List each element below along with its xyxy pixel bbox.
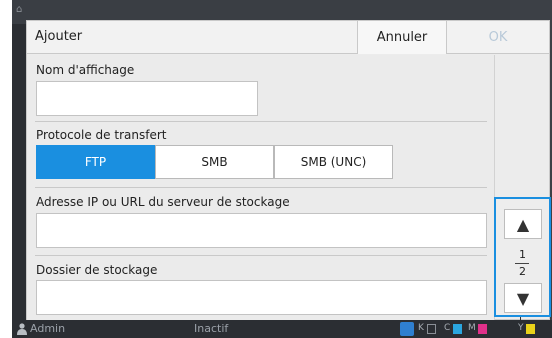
server-address-label: Adresse IP ou URL du serveur de stockage bbox=[36, 195, 290, 209]
ok-button[interactable]: OK bbox=[448, 21, 548, 54]
cancel-button[interactable]: Annuler bbox=[357, 21, 447, 54]
ink-y-label: Y bbox=[518, 323, 524, 333]
storage-folder-label: Dossier de stockage bbox=[36, 263, 158, 277]
server-address-field[interactable] bbox=[36, 213, 487, 248]
separator bbox=[35, 255, 487, 256]
machine-status: Inactif bbox=[194, 322, 229, 335]
protocol-ftp-button[interactable]: FTP bbox=[36, 145, 155, 179]
separator bbox=[35, 187, 487, 188]
protocol-smb-button[interactable]: SMB bbox=[155, 145, 274, 179]
current-page-number: 1 bbox=[519, 248, 526, 261]
status-bar: Admin Inactif K C M Y bbox=[12, 320, 552, 338]
edit-icon bbox=[400, 322, 414, 336]
ink-c-level bbox=[453, 324, 462, 334]
display-name-field[interactable] bbox=[36, 81, 258, 116]
page-scroller: ▲ 1 2 ▼ bbox=[494, 197, 551, 317]
triangle-down-icon: ▼ bbox=[516, 288, 530, 308]
user-name: Admin bbox=[30, 322, 66, 335]
ink-k-level bbox=[427, 324, 436, 334]
ink-y-level bbox=[526, 324, 535, 334]
dialog-title: Ajouter bbox=[35, 29, 83, 44]
separator bbox=[35, 121, 487, 122]
form-content: Nom d'affichage Protocole de transfert F… bbox=[27, 55, 495, 320]
triangle-up-icon: ▲ bbox=[516, 214, 530, 234]
protocol-smb-unc-button[interactable]: SMB (UNC) bbox=[274, 145, 393, 179]
dialog-header: Ajouter Annuler OK bbox=[27, 21, 549, 54]
protocol-label: Protocole de transfert bbox=[36, 128, 167, 142]
ink-m-label: M bbox=[468, 323, 476, 333]
ink-c-label: C bbox=[444, 323, 451, 333]
user-icon bbox=[17, 323, 27, 335]
add-destination-dialog: Ajouter Annuler OK Nom d'affichage Proto… bbox=[26, 20, 550, 320]
total-pages-number: 2 bbox=[519, 265, 526, 278]
storage-folder-field[interactable] bbox=[36, 280, 487, 315]
display-name-label: Nom d'affichage bbox=[36, 63, 135, 77]
ink-k-label: K bbox=[418, 323, 424, 333]
scroll-down-button[interactable]: ▼ bbox=[504, 283, 542, 313]
ink-m-level bbox=[478, 324, 487, 334]
background-home-icon: ⌂ bbox=[16, 4, 23, 15]
page-divider bbox=[515, 263, 529, 264]
scroll-up-button[interactable]: ▲ bbox=[504, 209, 542, 239]
